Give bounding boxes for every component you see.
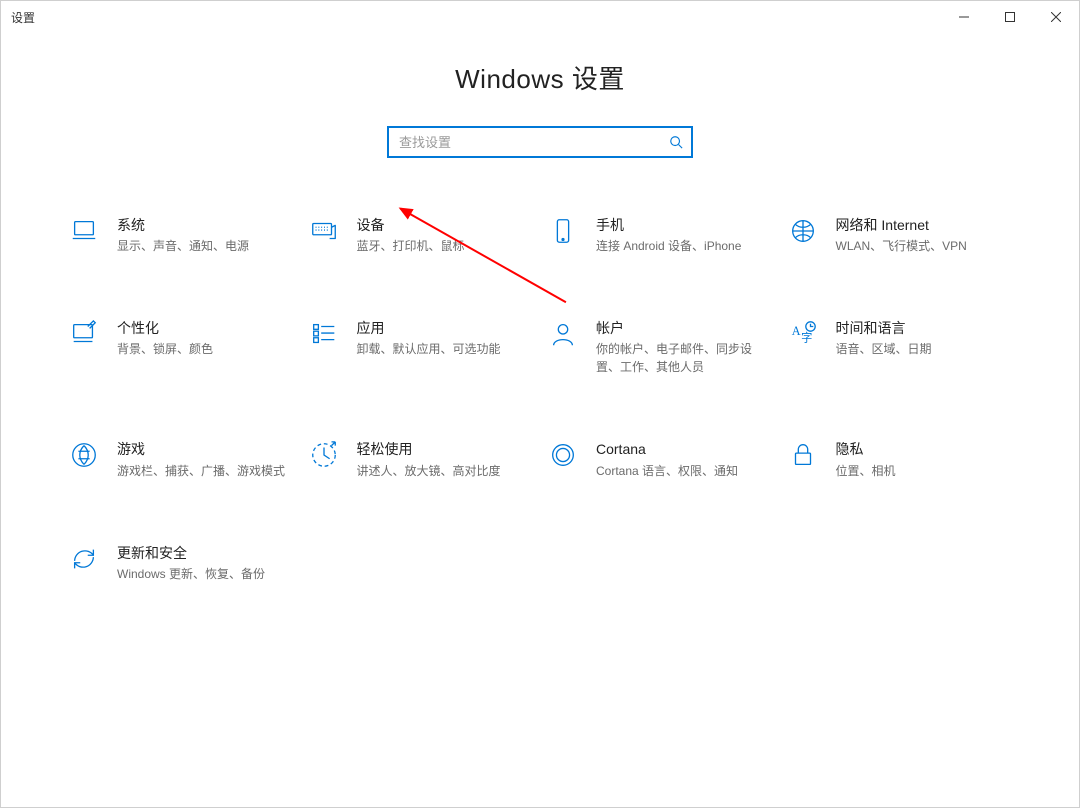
- minimize-button[interactable]: [941, 1, 987, 33]
- tile-title: 轻松使用: [357, 440, 501, 458]
- keyboard-icon: [307, 216, 341, 250]
- window-controls: [941, 1, 1079, 33]
- tile-desc: Windows 更新、恢复、备份: [117, 565, 265, 583]
- tile-apps[interactable]: 应用 卸载、默认应用、可选功能: [305, 317, 537, 378]
- tile-devices[interactable]: 设备 蓝牙、打印机、鼠标: [305, 214, 537, 257]
- tile-title: 隐私: [836, 440, 896, 458]
- laptop-icon: [67, 216, 101, 250]
- tile-desc: 位置、相机: [836, 462, 896, 480]
- titlebar: 设置: [1, 1, 1079, 33]
- tile-title: 应用: [357, 319, 501, 337]
- tile-privacy[interactable]: 隐私 位置、相机: [784, 438, 1016, 481]
- tile-gaming[interactable]: 游戏 游戏栏、捕获、广播、游戏模式: [65, 438, 297, 481]
- tile-accounts[interactable]: 帐户 你的帐户、电子邮件、同步设置、工作、其他人员: [544, 317, 776, 378]
- tile-time[interactable]: A字 时间和语言 语音、区域、日期: [784, 317, 1016, 378]
- search-input[interactable]: [397, 134, 669, 151]
- brush-icon: [67, 319, 101, 353]
- tile-cortana[interactable]: Cortana Cortana 语言、权限、通知: [544, 438, 776, 481]
- svg-text:字: 字: [801, 331, 812, 345]
- tile-title: 游戏: [117, 440, 285, 458]
- tile-title: 更新和安全: [117, 544, 265, 562]
- window-title: 设置: [1, 9, 35, 26]
- update-icon: [67, 544, 101, 578]
- close-icon: [1051, 12, 1061, 22]
- close-button[interactable]: [1033, 1, 1079, 33]
- tile-personalize[interactable]: 个性化 背景、锁屏、颜色: [65, 317, 297, 378]
- maximize-icon: [1005, 12, 1015, 22]
- page-title: Windows 设置: [1, 59, 1079, 96]
- tile-desc: Cortana 语言、权限、通知: [596, 462, 738, 480]
- tile-desc: 蓝牙、打印机、鼠标: [357, 237, 465, 255]
- settings-grid: 系统 显示、声音、通知、电源 设备 蓝牙、打印机、鼠标 手机 连接 Androi…: [65, 214, 1015, 585]
- search-icon: [669, 135, 683, 149]
- tile-title: 帐户: [596, 319, 774, 337]
- tile-desc: 显示、声音、通知、电源: [117, 237, 249, 255]
- tile-desc: 语音、区域、日期: [836, 340, 932, 358]
- tile-system[interactable]: 系统 显示、声音、通知、电源: [65, 214, 297, 257]
- gaming-icon: [67, 440, 101, 474]
- cortana-icon: [546, 440, 580, 474]
- tile-title: 个性化: [117, 319, 213, 337]
- tile-title: 时间和语言: [836, 319, 932, 337]
- tile-title: 网络和 Internet: [836, 216, 967, 234]
- tile-title: 设备: [357, 216, 465, 234]
- phone-icon: [546, 216, 580, 250]
- tile-title: Cortana: [596, 440, 738, 458]
- svg-text:A: A: [791, 324, 800, 338]
- search-box[interactable]: [387, 126, 693, 158]
- search-wrap: [1, 126, 1079, 158]
- person-icon: [546, 319, 580, 353]
- tile-ease[interactable]: 轻松使用 讲述人、放大镜、高对比度: [305, 438, 537, 481]
- tile-desc: 卸载、默认应用、可选功能: [357, 340, 501, 358]
- settings-window: 设置 Windows 设置: [0, 0, 1080, 808]
- tile-desc: 你的帐户、电子邮件、同步设置、工作、其他人员: [596, 340, 774, 376]
- globe-icon: [786, 216, 820, 250]
- tile-phone[interactable]: 手机 连接 Android 设备、iPhone: [544, 214, 776, 257]
- lock-icon: [786, 440, 820, 474]
- tile-desc: WLAN、飞行模式、VPN: [836, 237, 967, 255]
- ease-of-access-icon: [307, 440, 341, 474]
- tile-desc: 连接 Android 设备、iPhone: [596, 237, 741, 255]
- apps-list-icon: [307, 319, 341, 353]
- tile-update[interactable]: 更新和安全 Windows 更新、恢复、备份: [65, 542, 297, 585]
- tile-network[interactable]: 网络和 Internet WLAN、飞行模式、VPN: [784, 214, 1016, 257]
- time-language-icon: A字: [786, 319, 820, 353]
- minimize-icon: [959, 12, 969, 22]
- tile-desc: 游戏栏、捕获、广播、游戏模式: [117, 462, 285, 480]
- tile-desc: 背景、锁屏、颜色: [117, 340, 213, 358]
- tile-desc: 讲述人、放大镜、高对比度: [357, 462, 501, 480]
- maximize-button[interactable]: [987, 1, 1033, 33]
- tile-title: 系统: [117, 216, 249, 234]
- tile-title: 手机: [596, 216, 741, 234]
